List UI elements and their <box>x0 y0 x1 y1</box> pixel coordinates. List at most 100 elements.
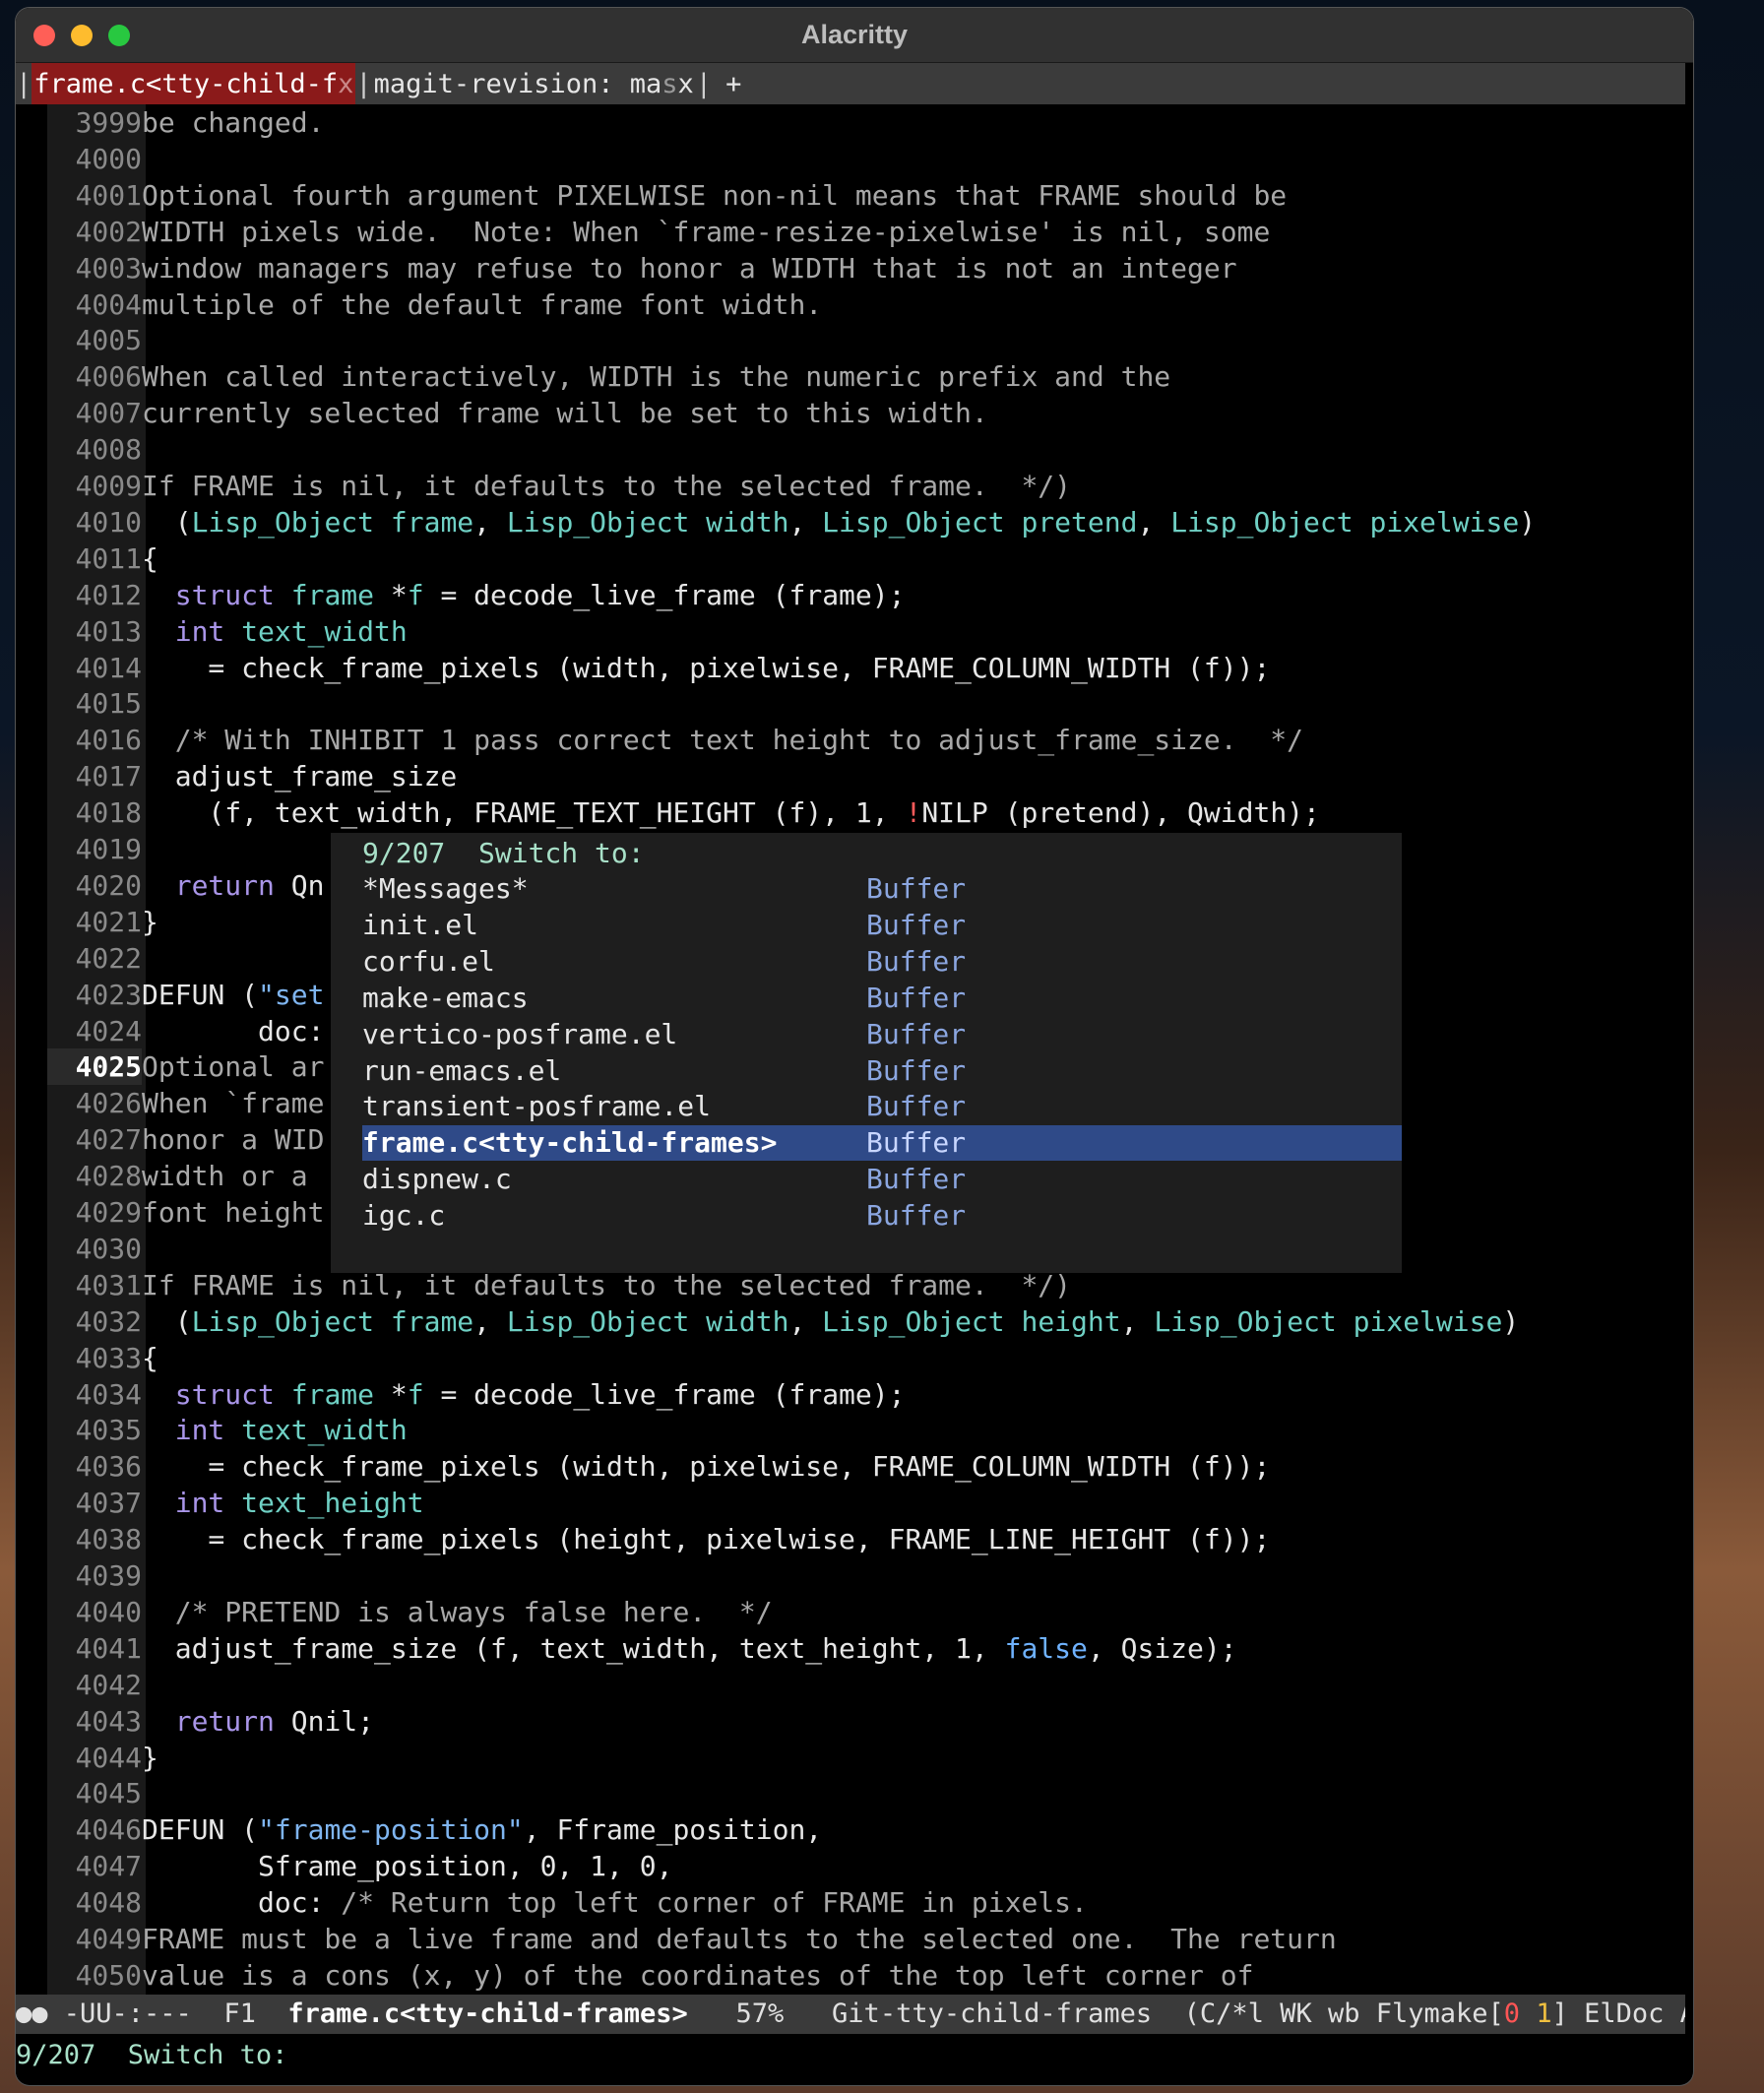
code-line[interactable]: 4004 multiple of the default frame font w… <box>16 286 1685 323</box>
line-number: 4035 <box>75 1414 142 1447</box>
line-number: 4029 <box>75 1196 142 1229</box>
modeline-branch[interactable]: Git-tty-child-frames <box>832 1998 1152 2029</box>
switcher-candidate[interactable]: run-emacs.el Buffer <box>331 1053 1402 1089</box>
code-text: width or a <box>142 1160 325 1193</box>
switcher-candidate[interactable]: *Messages* Buffer <box>331 871 1402 907</box>
candidate-name: igc.c <box>362 1199 446 1233</box>
line-number: 4019 <box>75 833 142 865</box>
flymake-error-count[interactable]: 0 <box>1504 1998 1520 2029</box>
code-line[interactable]: 4014 = check_frame_pixels (width, pixelw… <box>16 650 1685 686</box>
code-line[interactable]: 4013 int text_width <box>16 613 1685 650</box>
code-line[interactable]: 4036 = check_frame_pixels (width, pixelw… <box>16 1448 1685 1485</box>
code-line[interactable]: 4039 <box>16 1557 1685 1594</box>
line-number: 4001 <box>75 178 142 212</box>
switcher-candidate[interactable]: vertico-posframe.el Buffer <box>331 1017 1402 1052</box>
maximize-button[interactable] <box>108 25 130 46</box>
line-number: 4033 <box>75 1341 142 1374</box>
code-line[interactable]: 4001 Optional fourth argument PIXELWISE n… <box>16 177 1685 214</box>
code-line[interactable]: 4017 adjust_frame_size <box>16 758 1685 794</box>
new-tab-button[interactable]: + <box>725 69 741 99</box>
title-bar[interactable]: Alacritty <box>16 8 1693 63</box>
code-line[interactable]: 4034 struct frame *f = decode_live_frame… <box>16 1376 1685 1413</box>
candidate-name: run-emacs.el <box>362 1053 562 1087</box>
code-line[interactable]: 4000 <box>16 141 1685 177</box>
switcher-candidate[interactable]: frame.c<tty-child-frames> Buffer <box>362 1125 1402 1162</box>
buffer-switcher-popup[interactable]: 9/207 Switch to: *Messages* Buffer init.el… <box>331 833 1402 1273</box>
line-number: 4038 <box>75 1523 142 1556</box>
desktop-wallpaper <box>1691 0 1764 2093</box>
code-line[interactable]: 4049 FRAME must be a live frame and defau… <box>16 1921 1685 1957</box>
minibuffer[interactable]: 9/207 Switch to: <box>16 2034 1685 2077</box>
code-line[interactable]: 4003 window managers may refuse to honor … <box>16 250 1685 286</box>
switcher-header: 9/207 Switch to: <box>362 837 645 869</box>
code-line[interactable]: 4009 If FRAME is nil, it defaults to the … <box>16 468 1685 504</box>
line-number: 4023 <box>75 978 142 1011</box>
code-text: int text_height <box>174 1487 424 1520</box>
code-line[interactable]: 4044} <box>16 1740 1685 1776</box>
code-line[interactable]: 4035 int text_width <box>16 1412 1685 1448</box>
minimize-button[interactable] <box>71 25 93 46</box>
candidate-name: make-emacs <box>362 981 529 1014</box>
tab-magit-revision[interactable]: magit-revision: masx <box>372 69 696 99</box>
code-line[interactable]: 4007 currently selected frame will be set… <box>16 395 1685 431</box>
flymake-warning-count[interactable]: 1 <box>1536 1998 1551 2029</box>
switcher-candidate[interactable]: corfu.el Buffer <box>331 944 1402 980</box>
code-line[interactable]: 4037 int text_height <box>16 1485 1685 1521</box>
code-line[interactable]: 4005 <box>16 322 1685 358</box>
code-line[interactable]: 4012 struct frame *f = decode_live_frame… <box>16 577 1685 613</box>
code-line[interactable]: 4018 (f, text_width, FRAME_TEXT_HEIGHT (… <box>16 794 1685 831</box>
code-line[interactable]: 4042 <box>16 1667 1685 1703</box>
code-line[interactable]: 4040 /* PRETEND is always false here. */ <box>16 1594 1685 1630</box>
code-text: struct frame *f = decode_live_frame (fra… <box>174 1377 906 1411</box>
code-line[interactable]: 4048 doc: /* Return top left corner of F… <box>16 1884 1685 1921</box>
line-number: 4043 <box>75 1704 142 1738</box>
tab-frame-c[interactable]: frame.c<tty-child-f x <box>32 63 356 104</box>
code-line[interactable]: 4002 WIDTH pixels wide. Note: When `frame… <box>16 214 1685 250</box>
code-text: Optional fourth argument PIXELWISE non-n… <box>142 178 1288 212</box>
close-button[interactable] <box>33 25 55 46</box>
line-number: 4017 <box>75 760 142 793</box>
switcher-candidate[interactable]: make-emacs Buffer <box>331 981 1402 1016</box>
line-number: 4009 <box>75 470 142 502</box>
modeline-modes[interactable]: (C/*l WK wb Flymake[ <box>1152 1998 1504 2029</box>
code-line[interactable]: 4043 return Qnil; <box>16 1703 1685 1740</box>
switcher-candidate[interactable]: dispnew.c Buffer <box>331 1162 1402 1197</box>
code-line[interactable]: 4015 <box>16 685 1685 722</box>
line-number: 4036 <box>75 1450 142 1484</box>
modeline-buffer-name[interactable]: frame.c<tty-child-frames> <box>287 1998 687 2029</box>
code-line[interactable]: 4038 = check_frame_pixels (height, pixel… <box>16 1521 1685 1557</box>
switcher-candidate[interactable]: transient-posframe.el Buffer <box>331 1089 1402 1124</box>
code-line[interactable]: 4045 <box>16 1775 1685 1811</box>
code-line[interactable]: 4006 When called interactively, WIDTH is … <box>16 358 1685 395</box>
switcher-candidate[interactable]: igc.c Buffer <box>331 1198 1402 1234</box>
candidate-name: dispnew.c <box>362 1163 512 1196</box>
modeline-modes-tail: ] ElDoc Ab <box>1551 1998 1685 2029</box>
code-line[interactable]: 4047 Sframe_position, 0, 1, 0, <box>16 1848 1685 1884</box>
code-text: Sframe_position, 0, 1, 0, <box>142 1850 673 1883</box>
candidate-kind: Buffer <box>866 1090 967 1123</box>
code-line[interactable]: 4050 value is a cons (x, y) of the coordi… <box>16 1957 1685 1994</box>
code-line[interactable]: 3999 be changed. <box>16 104 1685 141</box>
code-line[interactable]: 4032 (Lisp_Object frame, Lisp_Object wid… <box>16 1303 1685 1340</box>
code-line[interactable]: 4041 adjust_frame_size (f, text_width, t… <box>16 1630 1685 1667</box>
tab-label-tail: x <box>677 68 694 99</box>
code-line[interactable]: 4011{ <box>16 540 1685 577</box>
line-number: 4024 <box>75 1014 142 1047</box>
code-line[interactable]: 4016 /* With INHIBIT 1 pass correct text… <box>16 722 1685 758</box>
code-line[interactable]: 4008 <box>16 431 1685 468</box>
code-text: /* With INHIBIT 1 pass correct text heig… <box>174 724 1304 757</box>
code-text: DEFUN ("set <box>142 978 325 1011</box>
code-text: value is a cons (x, y) of the coordinate… <box>142 1958 1254 1992</box>
code-text: = check_frame_pixels (height, pixelwise,… <box>142 1523 1271 1556</box>
line-number: 4012 <box>75 578 142 611</box>
line-number: 4046 <box>75 1813 142 1847</box>
candidate-name: vertico-posframe.el <box>362 1017 678 1050</box>
candidate-kind: Buffer <box>866 944 967 978</box>
code-line[interactable]: 4033{ <box>16 1340 1685 1376</box>
line-number: 4007 <box>75 397 142 430</box>
switcher-candidate[interactable]: init.el Buffer <box>331 908 1402 943</box>
line-number: 4005 <box>75 324 142 357</box>
code-line[interactable]: 4046 DEFUN ("frame-position", Fframe_posi… <box>16 1811 1685 1848</box>
line-number: 4047 <box>75 1850 142 1883</box>
code-line[interactable]: 4010 (Lisp_Object frame, Lisp_Object wid… <box>16 504 1685 540</box>
